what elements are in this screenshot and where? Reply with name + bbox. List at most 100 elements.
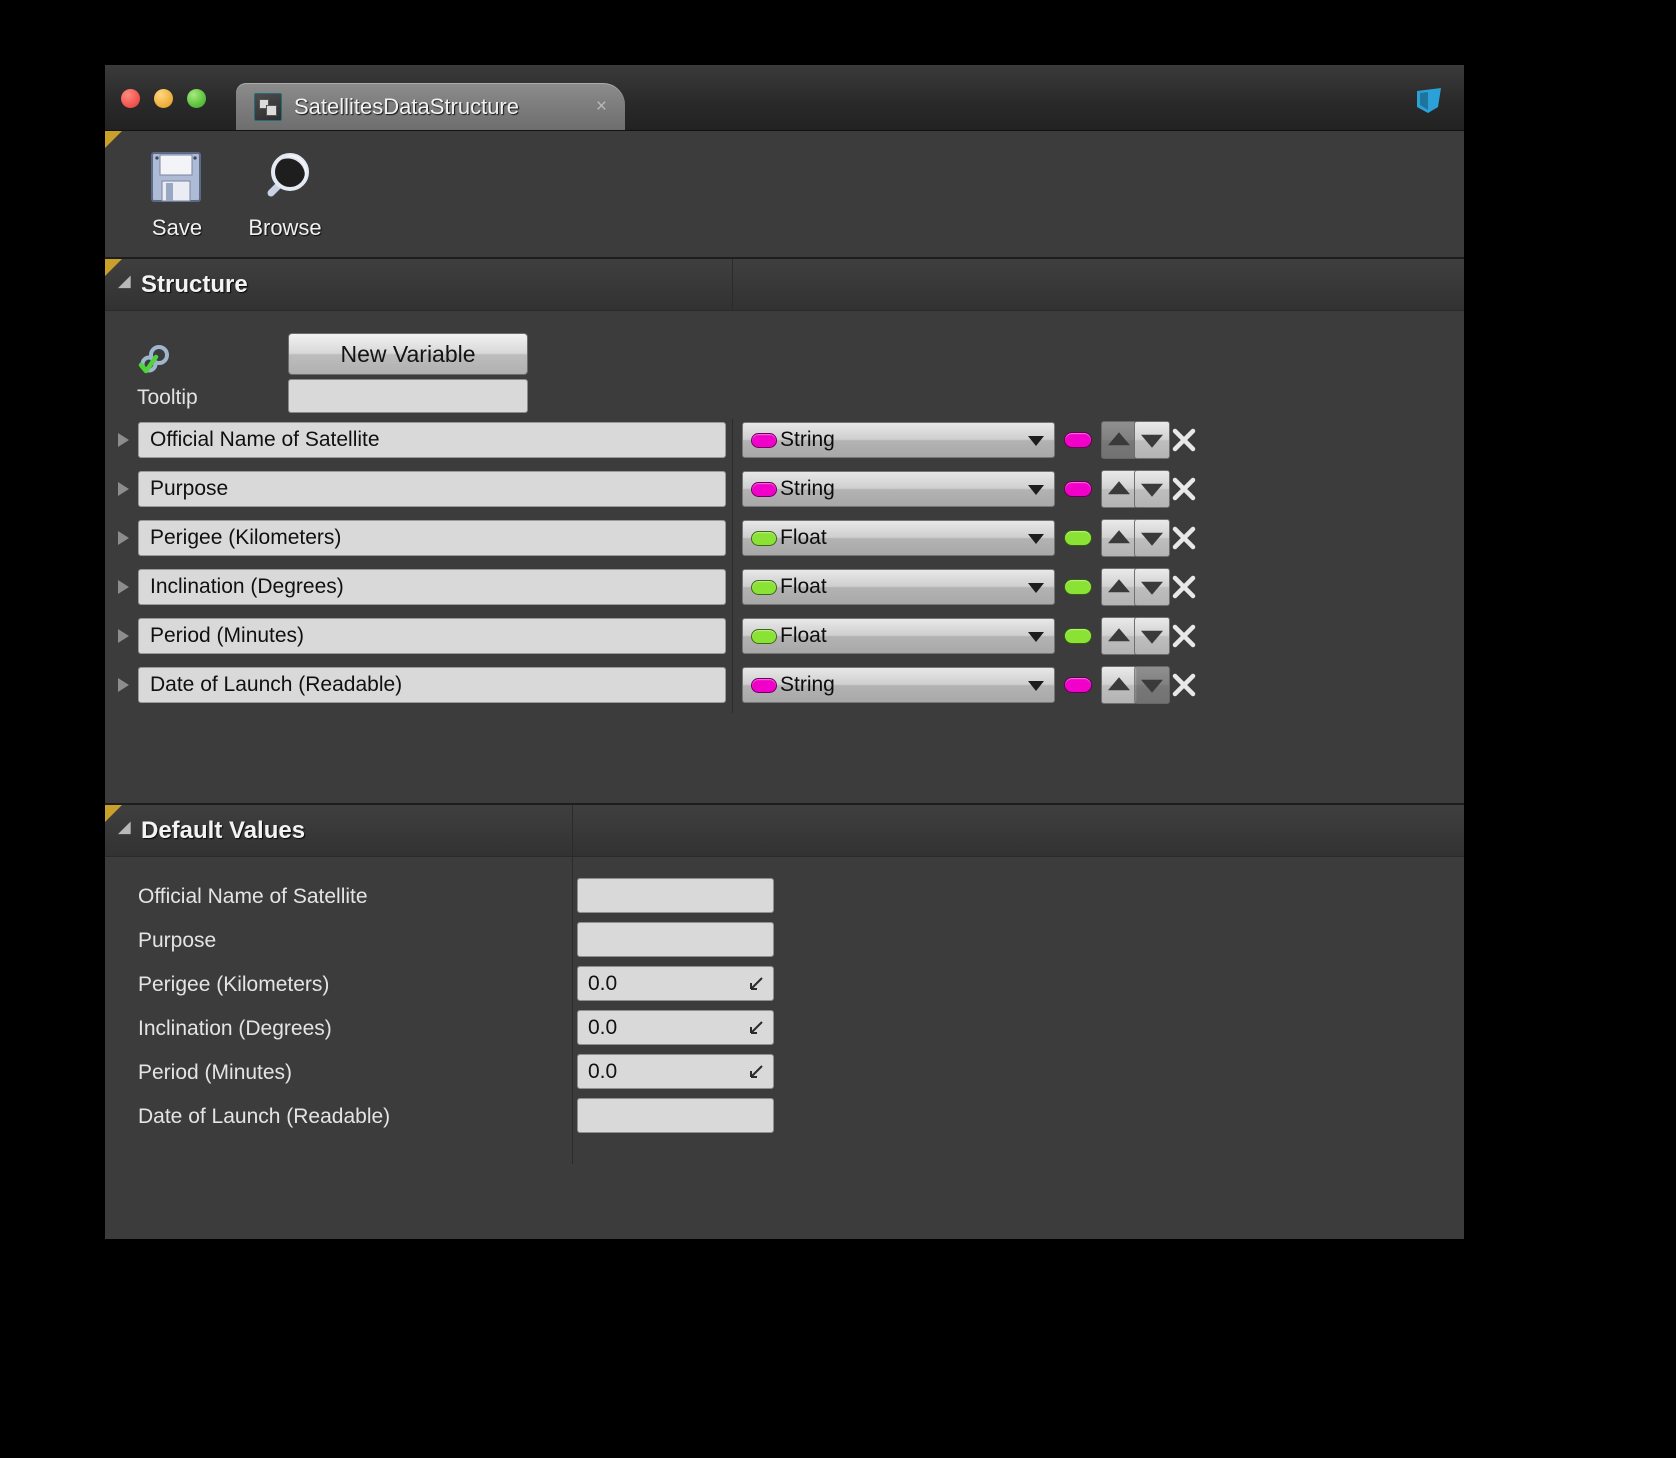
expand-triangle-icon[interactable]: [118, 482, 129, 496]
variable-type-select[interactable]: Float: [742, 520, 1055, 556]
pin-color-pill[interactable]: [1064, 481, 1092, 497]
drag-resize-icon[interactable]: [748, 1020, 764, 1036]
chevron-down-icon: [1028, 436, 1044, 446]
header-column-splitter[interactable]: [732, 259, 733, 310]
header-column-splitter[interactable]: [572, 805, 573, 856]
structure-section-header[interactable]: Structure: [105, 259, 1464, 311]
new-variable-label: New Variable: [340, 340, 476, 367]
pin-color-pill[interactable]: [1064, 579, 1092, 595]
close-window-button[interactable]: [121, 89, 140, 108]
variable-name-input[interactable]: Purpose: [138, 471, 726, 507]
variable-type-select[interactable]: String: [742, 422, 1055, 458]
default-value-text-input[interactable]: [577, 1098, 774, 1133]
column-splitter[interactable]: [732, 615, 733, 664]
tooltip-input[interactable]: [288, 379, 528, 413]
browse-button[interactable]: Browse: [231, 141, 339, 241]
expand-triangle-icon[interactable]: [118, 629, 129, 643]
default-value-label: Inclination (Degrees): [138, 1017, 332, 1040]
collapse-triangle-icon[interactable]: [117, 274, 138, 295]
save-button[interactable]: Save: [123, 141, 231, 241]
variable-type-label: Float: [780, 575, 827, 598]
variable-rows: Official Name of Satellite String Purpos…: [105, 419, 1464, 713]
collapse-triangle-icon[interactable]: [117, 820, 138, 841]
close-icon[interactable]: ×: [596, 97, 607, 116]
unreal-engine-logo-icon: [1417, 88, 1441, 113]
remove-variable-button[interactable]: [1171, 620, 1197, 652]
column-splitter[interactable]: [732, 468, 733, 517]
column-splitter[interactable]: [732, 517, 733, 566]
table-row: Official Name of Satellite String: [105, 419, 1464, 468]
pin-color-pill[interactable]: [1064, 432, 1092, 448]
expand-triangle-icon[interactable]: [118, 531, 129, 545]
pin-color-pill[interactable]: [1064, 530, 1092, 546]
move-down-button[interactable]: [1134, 617, 1170, 655]
remove-variable-button[interactable]: [1171, 424, 1197, 456]
move-up-button[interactable]: [1101, 421, 1137, 459]
default-values-section-header[interactable]: Default Values: [105, 805, 1464, 857]
move-up-button[interactable]: [1101, 617, 1137, 655]
chevron-down-icon: [1028, 534, 1044, 544]
move-down-button[interactable]: [1134, 421, 1170, 459]
list-item: Purpose: [105, 919, 1464, 963]
save-button-label: Save: [151, 215, 203, 240]
pin-color-pill[interactable]: [1064, 677, 1092, 693]
floppy-disk-icon: [151, 152, 201, 202]
new-variable-button[interactable]: New Variable: [288, 333, 528, 375]
default-values-header-label: Default Values: [141, 816, 306, 844]
move-up-button[interactable]: [1101, 666, 1137, 704]
move-down-button[interactable]: [1134, 470, 1170, 508]
variable-type-select[interactable]: String: [742, 667, 1055, 703]
remove-variable-button[interactable]: [1171, 522, 1197, 554]
variable-name-input[interactable]: Date of Launch (Readable): [138, 667, 726, 703]
move-up-button[interactable]: [1101, 568, 1137, 606]
default-value-number-text: 0.0: [588, 971, 618, 995]
variable-type-select[interactable]: String: [742, 471, 1055, 507]
default-value-number-input[interactable]: 0.0: [577, 1054, 774, 1089]
pin-color-pill[interactable]: [1064, 628, 1092, 644]
default-value-text-input[interactable]: [577, 878, 774, 913]
expand-triangle-icon[interactable]: [118, 678, 129, 692]
move-down-button[interactable]: [1134, 568, 1170, 606]
column-splitter[interactable]: [732, 566, 733, 615]
column-splitter[interactable]: [732, 664, 733, 713]
minimize-window-button[interactable]: [154, 89, 173, 108]
expand-triangle-icon[interactable]: [118, 580, 129, 594]
drag-resize-icon[interactable]: [748, 1064, 764, 1080]
remove-variable-button[interactable]: [1171, 669, 1197, 701]
variable-name-input[interactable]: Inclination (Degrees): [138, 569, 726, 605]
default-value-label: Purpose: [138, 929, 217, 952]
move-down-button[interactable]: [1134, 519, 1170, 557]
move-down-button[interactable]: [1134, 666, 1170, 704]
type-color-pill: [751, 677, 777, 693]
default-value-text-input[interactable]: [577, 922, 774, 957]
list-item: Period (Minutes) 0.0: [105, 1051, 1464, 1095]
drag-resize-icon[interactable]: [748, 976, 764, 992]
variable-type-label: Float: [780, 526, 827, 549]
tooltip-label: Tooltip: [137, 386, 198, 409]
document-tab[interactable]: SatellitesDataStructure ×: [236, 83, 625, 130]
magnifier-icon: [267, 153, 309, 197]
variable-name-input[interactable]: Official Name of Satellite: [138, 422, 726, 458]
remove-variable-button[interactable]: [1171, 473, 1197, 505]
table-row: Date of Launch (Readable) String: [105, 664, 1464, 713]
chevron-down-icon: [1028, 632, 1044, 642]
blueprint-struct-editor-window: SatellitesDataStructure × Save Browse St…: [105, 65, 1464, 1239]
type-color-pill: [751, 481, 777, 497]
move-up-button[interactable]: [1101, 519, 1137, 557]
variable-type-select[interactable]: Float: [742, 618, 1055, 654]
zoom-window-button[interactable]: [187, 89, 206, 108]
remove-variable-button[interactable]: [1171, 571, 1197, 603]
default-values-panel: Official Name of Satellite Purpose Perig…: [105, 857, 1464, 1239]
variable-name-input[interactable]: Perigee (Kilometers): [138, 520, 726, 556]
variable-type-select[interactable]: Float: [742, 569, 1055, 605]
chevron-down-icon: [1028, 485, 1044, 495]
default-value-number-input[interactable]: 0.0: [577, 966, 774, 1001]
structure-panel: New Variable Tooltip Official Name of Sa…: [105, 311, 1464, 805]
variable-name-input[interactable]: Period (Minutes): [138, 618, 726, 654]
type-color-pill: [751, 432, 777, 448]
column-splitter[interactable]: [732, 419, 733, 468]
move-up-button[interactable]: [1101, 470, 1137, 508]
main-toolbar: Save Browse: [105, 131, 1464, 259]
default-value-number-input[interactable]: 0.0: [577, 1010, 774, 1045]
expand-triangle-icon[interactable]: [118, 433, 129, 447]
